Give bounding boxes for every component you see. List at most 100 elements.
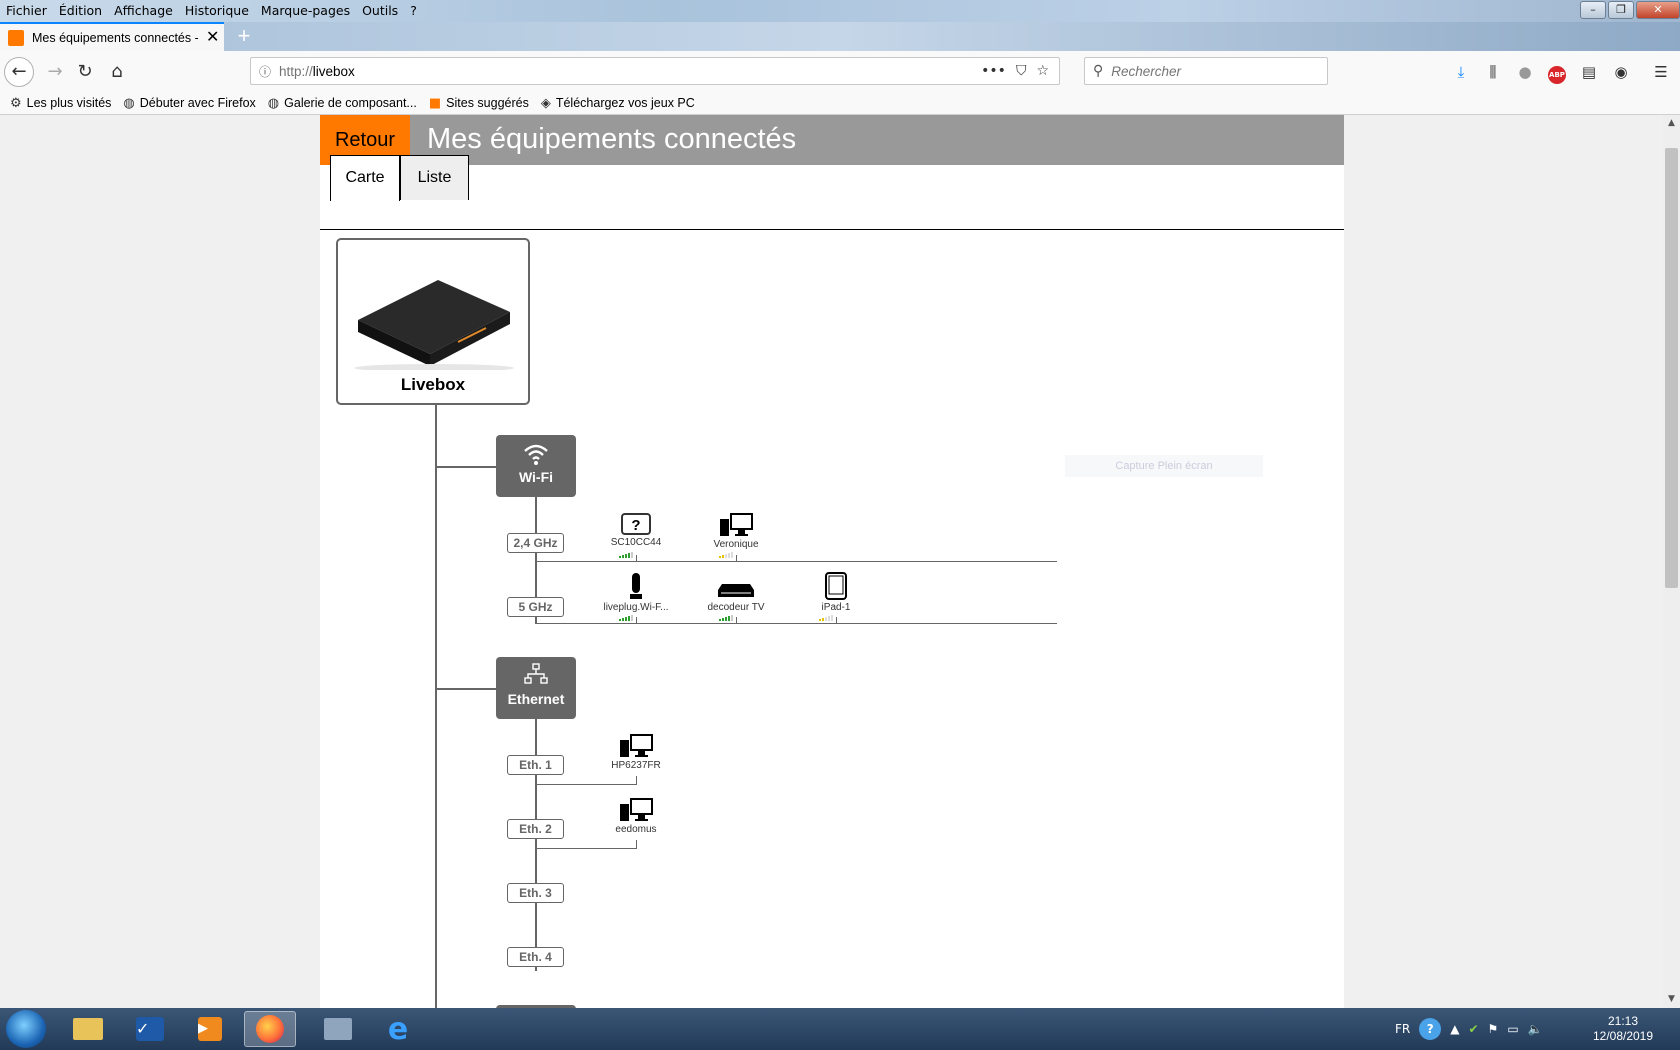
gear-icon: ⚙ — [10, 95, 22, 111]
clock-time: 21:13 — [1607, 1014, 1639, 1028]
scrollbar-thumb[interactable] — [1665, 148, 1678, 588]
menu-fichier[interactable]: Fichier — [0, 1, 53, 21]
system-tray: FR ? ▲ ✔ ⚑ ▭ 🔈 — [1395, 1008, 1543, 1050]
close-tab-icon[interactable]: ✕ — [206, 29, 219, 46]
device-decodeur-tv[interactable]: decodeur TV — [691, 580, 781, 613]
ethernet-node[interactable]: Ethernet — [496, 657, 576, 719]
url-text[interactable]: http://livebox — [279, 64, 981, 79]
band-2-4ghz[interactable]: 2,4 GHz — [507, 533, 564, 553]
network-tool-icon[interactable] — [312, 1011, 364, 1047]
device-liveplug[interactable]: liveplug.Wi-F... — [591, 572, 681, 613]
menu-outils[interactable]: Outils — [356, 1, 404, 21]
device-name: iPad-1 — [821, 602, 851, 613]
bookmark-gallery[interactable]: ◍ Galerie de composant... — [268, 96, 417, 111]
wifi-icon — [524, 444, 548, 465]
livebox-card[interactable]: Livebox — [336, 238, 530, 405]
page-header: Retour Mes équipements connectés — [320, 115, 1344, 165]
internet-explorer-icon[interactable]: e — [372, 1011, 424, 1047]
chart-app-icon[interactable]: ✓ — [124, 1011, 176, 1047]
bookmark-games[interactable]: ◈ Téléchargez vos jeux PC — [541, 96, 695, 111]
port-eth-4[interactable]: Eth. 4 — [507, 947, 564, 967]
tab-strip: Mes équipements connectés - ✕ + — [0, 22, 1680, 51]
tabs-divider — [320, 229, 1344, 230]
vertical-scrollbar[interactable]: ▲ ▼ — [1663, 115, 1680, 1008]
port-eth-2[interactable]: Eth. 2 — [507, 819, 564, 839]
reload-icon[interactable]: ↻ — [70, 57, 100, 87]
page-title: Mes équipements connectés — [427, 123, 797, 155]
forward-arrow-icon[interactable]: → — [40, 57, 70, 87]
menu-help[interactable]: ? — [404, 1, 423, 21]
livebox-label: Livebox — [400, 375, 466, 394]
bookmark-most-visited[interactable]: ⚙ Les plus visités — [10, 96, 111, 111]
window-title-bar: Fichier Édition Affichage Historique Mar… — [0, 0, 1680, 22]
menu-bar: Fichier Édition Affichage Historique Mar… — [0, 0, 423, 22]
firefox-taskbar-icon[interactable] — [244, 1011, 296, 1047]
livebox-page: Retour Mes équipements connectés Carte L… — [320, 115, 1344, 1008]
device-ipad[interactable]: iPad-1 — [791, 572, 881, 613]
sync-icon[interactable]: ✔ — [1468, 1022, 1478, 1036]
clock[interactable]: 21:13 12/08/2019 — [1588, 1014, 1658, 1044]
download-icon[interactable]: ⤓ — [1450, 61, 1472, 83]
device-name: eedomus — [615, 824, 657, 835]
navigation-toolbar: ← → ↻ ⌂ ⓘ http://livebox ••• ⛉ ☆ ⚲ ⤓ ⫼ ●… — [0, 51, 1680, 92]
site-info-icon[interactable]: ⓘ — [251, 63, 279, 80]
device-hp6237fr[interactable]: HP6237FR — [591, 734, 681, 771]
scroll-down-icon[interactable]: ▼ — [1663, 991, 1680, 1008]
gamepad-icon: ◈ — [540, 95, 551, 111]
restore-icon[interactable]: ❐ — [1608, 1, 1634, 19]
show-hidden-icons-icon[interactable]: ▲ — [1450, 1022, 1459, 1036]
search-input[interactable] — [1111, 63, 1312, 79]
action-center-flag-icon[interactable]: ⚑ — [1488, 1022, 1499, 1036]
device-veronique[interactable]: Veronique — [691, 513, 781, 550]
device-eedomus[interactable]: eedomus — [591, 798, 681, 835]
tab-liste[interactable]: Liste — [400, 155, 469, 200]
sidebar-icon[interactable]: ▤ — [1578, 61, 1600, 83]
device-name: liveplug.Wi-F... — [603, 602, 669, 613]
scroll-up-icon[interactable]: ▲ — [1663, 115, 1680, 132]
home-icon[interactable]: ⌂ — [102, 57, 132, 87]
help-icon[interactable]: ? — [1419, 1018, 1442, 1040]
minimize-icon[interactable]: – — [1580, 1, 1606, 19]
device-sc10cc44[interactable]: ? SC10CC44 — [591, 513, 681, 548]
unknown-icon: ? — [621, 513, 651, 535]
device-name: Veronique — [713, 539, 759, 550]
pocket-icon[interactable]: ⛉ — [1016, 63, 1027, 79]
menu-affichage[interactable]: Affichage — [108, 1, 179, 21]
decoder-icon — [718, 584, 754, 597]
new-tab-icon[interactable]: + — [232, 25, 256, 49]
port-eth-1[interactable]: Eth. 1 — [507, 755, 564, 775]
page-actions-icon[interactable]: ••• — [981, 63, 1006, 79]
wifi-node[interactable]: Wi-Fi — [496, 435, 576, 497]
browser-tab-active[interactable]: Mes équipements connectés - ✕ — [0, 22, 224, 51]
menu-historique[interactable]: Historique — [179, 1, 255, 21]
bookmark-star-icon[interactable]: ☆ — [1036, 63, 1049, 79]
port-eth-3[interactable]: Eth. 3 — [507, 883, 564, 903]
menu-edition[interactable]: Édition — [53, 1, 108, 21]
close-window-icon[interactable]: ✕ — [1636, 1, 1680, 19]
network-status-icon[interactable]: ▭ — [1507, 1022, 1518, 1036]
extension-icon[interactable]: ● — [1514, 61, 1536, 83]
back-arrow-icon[interactable]: ← — [4, 57, 34, 87]
band-5ghz[interactable]: 5 GHz — [507, 597, 564, 617]
menu-marque-pages[interactable]: Marque-pages — [255, 1, 356, 21]
media-player-icon[interactable]: ▶ — [184, 1011, 236, 1047]
account-icon[interactable]: ◉ — [1610, 61, 1632, 83]
library-icon[interactable]: ⫼ — [1482, 61, 1504, 83]
language-indicator[interactable]: FR — [1395, 1022, 1410, 1036]
tab-title: Mes équipements connectés - — [32, 30, 198, 45]
search-bar[interactable]: ⚲ — [1084, 57, 1328, 85]
bookmark-suggested-sites[interactable]: ■ Sites suggérés — [429, 96, 529, 111]
bookmark-getting-started[interactable]: ◍ Débuter avec Firefox — [123, 96, 255, 111]
start-button-icon[interactable] — [6, 1010, 46, 1048]
tab-carte[interactable]: Carte — [330, 155, 400, 201]
ethernet-label: Ethernet — [507, 691, 565, 707]
file-explorer-icon[interactable] — [62, 1011, 114, 1047]
orange-favicon-icon — [8, 29, 24, 46]
svg-text:?: ? — [631, 517, 640, 534]
network-icon — [524, 663, 548, 684]
hamburger-menu-icon[interactable]: ☰ — [1650, 61, 1672, 83]
adblock-plus-icon[interactable]: ABP — [1546, 61, 1568, 84]
clock-date: 12/08/2019 — [1592, 1029, 1654, 1043]
volume-icon[interactable]: 🔈 — [1528, 1022, 1543, 1036]
address-bar[interactable]: ⓘ http://livebox ••• ⛉ ☆ — [250, 57, 1060, 85]
